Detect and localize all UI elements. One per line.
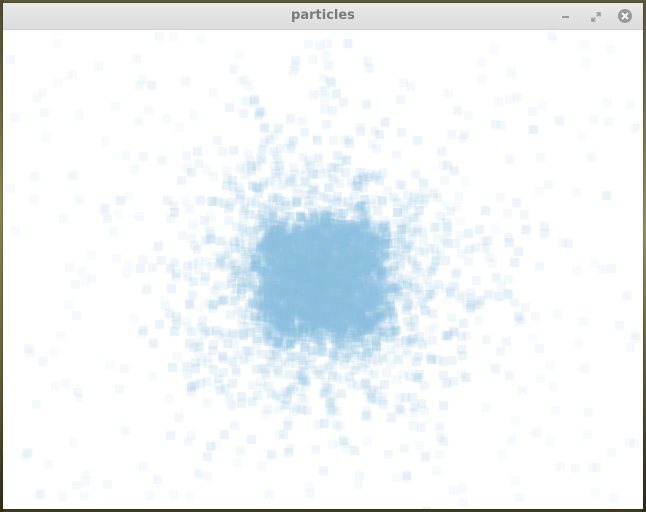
app-window: particles bbox=[3, 3, 643, 509]
minimize-icon bbox=[561, 14, 569, 18]
window-title: particles bbox=[291, 8, 355, 23]
particle-canvas[interactable] bbox=[3, 30, 643, 509]
close-button[interactable] bbox=[617, 8, 633, 24]
maximize-button[interactable] bbox=[588, 8, 604, 24]
close-icon bbox=[618, 9, 632, 23]
particle-canvas-area[interactable] bbox=[3, 30, 643, 509]
maximize-icon bbox=[591, 7, 601, 26]
minimize-button[interactable] bbox=[557, 8, 573, 24]
title-bar[interactable]: particles bbox=[3, 3, 643, 30]
